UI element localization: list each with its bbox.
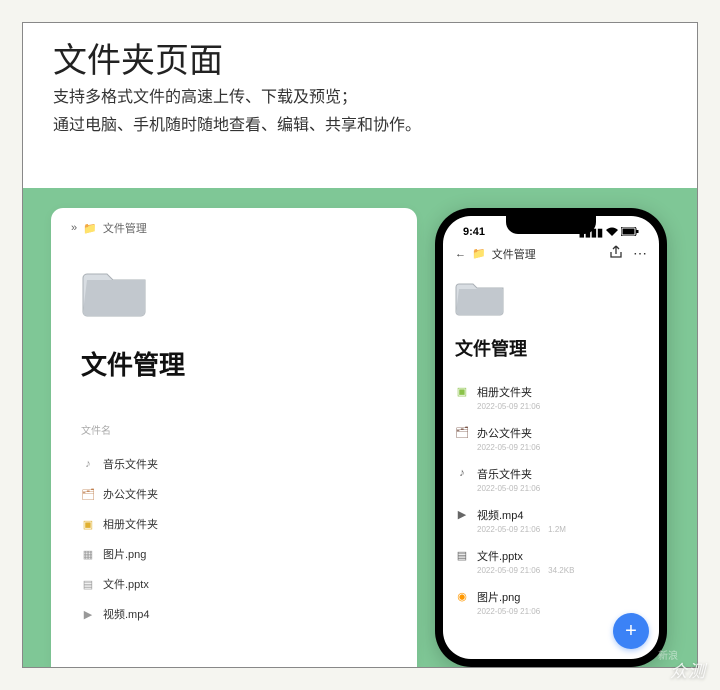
file-icon: ♪	[455, 466, 469, 480]
file-icon: 🗂	[81, 487, 95, 501]
file-date: 2022-05-09 21:06	[477, 484, 540, 493]
desktop-file-list: ♪ 音乐文件夹 🗂 办公文件夹 ▣ 相册文件夹 ▦ 图片.png ▤ 文件.pptx ▶ 视频.mp4	[81, 449, 397, 629]
file-name: 相册文件夹	[477, 384, 647, 400]
file-icon: ♪	[81, 457, 95, 471]
subtitle-line1: 支持多格式文件的高速上传、下载及预览；	[53, 86, 667, 110]
list-item[interactable]: ▣ 相册文件夹 2022-05-09 21:06	[455, 377, 647, 418]
list-item[interactable]: 🗂 办公文件夹	[81, 479, 397, 509]
file-name: 音乐文件夹	[103, 456, 158, 472]
file-icon: ▶	[81, 607, 95, 621]
file-icon: 🗂	[455, 425, 469, 439]
desktop-panel: » 📁 文件管理 文件管理 文件名 ♪ 音乐文件夹 🗂 办公文件夹 ▣ 相册文件夹 ▦ 图片.…	[51, 208, 417, 667]
file-size: 34.2KB	[548, 566, 574, 575]
subtitle-line2: 通过电脑、手机随时随地查看、编辑、共享和协作。	[53, 114, 667, 138]
file-date: 2022-05-09 21:06	[477, 566, 540, 575]
phone-file-list: ▣ 相册文件夹 2022-05-09 21:06 🗂 办公文件夹 2022-05…	[455, 377, 647, 623]
phone-frame: 9:41 ▮▮▮▮ ← 📁 文件管理	[435, 208, 667, 667]
file-name: 图片.png	[477, 589, 647, 605]
file-date: 2022-05-09 21:06	[477, 607, 540, 616]
list-item[interactable]: ♪ 音乐文件夹	[81, 449, 397, 479]
file-name: 相册文件夹	[103, 516, 158, 532]
battery-icon	[621, 227, 639, 239]
back-button[interactable]: ←	[455, 248, 466, 260]
file-icon: ▤	[455, 548, 469, 562]
file-icon: ▣	[81, 517, 95, 531]
breadcrumb-expand-icon[interactable]: »	[71, 222, 77, 234]
file-name: 办公文件夹	[477, 425, 647, 441]
file-name: 音乐文件夹	[477, 466, 647, 482]
share-icon[interactable]	[609, 245, 623, 262]
page-title: 文件夹页面	[53, 33, 667, 82]
phone-notch	[506, 216, 596, 234]
wifi-icon	[606, 227, 618, 239]
list-item[interactable]: ▤ 文件.pptx 2022-05-09 21:06 34.2KB	[455, 541, 647, 582]
demo-area: » 📁 文件管理 文件管理 文件名 ♪ 音乐文件夹 🗂 办公文件夹 ▣ 相册文件夹 ▦ 图片.…	[23, 188, 697, 667]
file-date: 2022-05-09 21:06	[477, 443, 540, 452]
breadcrumb[interactable]: » 📁 文件管理	[71, 220, 397, 236]
file-name: 图片.png	[103, 546, 146, 562]
breadcrumb-text: 文件管理	[103, 220, 147, 236]
folder-hero-icon	[81, 262, 151, 318]
file-icon: ▦	[81, 547, 95, 561]
list-item[interactable]: ▣ 相册文件夹	[81, 509, 397, 539]
file-name: 办公文件夹	[103, 486, 158, 502]
list-item[interactable]: ▤ 文件.pptx	[81, 569, 397, 599]
more-icon[interactable]: ⋯	[633, 245, 647, 262]
file-name: 文件.pptx	[477, 548, 647, 564]
list-item[interactable]: 🗂 办公文件夹 2022-05-09 21:06	[455, 418, 647, 459]
desktop-heading: 文件管理	[81, 345, 397, 382]
folder-icon: 📁	[83, 222, 97, 235]
list-item[interactable]: ▶ 视频.mp4	[81, 599, 397, 629]
file-size: 1.2M	[548, 525, 566, 534]
nav-title: 文件管理	[492, 246, 536, 262]
file-date: 2022-05-09 21:06	[477, 525, 540, 534]
list-item[interactable]: ▶ 视频.mp4 2022-05-09 21:06 1.2M	[455, 500, 647, 541]
file-icon: ▤	[81, 577, 95, 591]
file-name: 视频.mp4	[477, 507, 647, 523]
file-name: 文件.pptx	[103, 576, 149, 592]
add-button[interactable]: +	[613, 613, 649, 649]
list-item[interactable]: ♪ 音乐文件夹 2022-05-09 21:06	[455, 459, 647, 500]
watermark: 众测	[670, 657, 706, 682]
file-name: 视频.mp4	[103, 606, 149, 622]
phone-heading: 文件管理	[455, 335, 647, 361]
phone-screen: 9:41 ▮▮▮▮ ← 📁 文件管理	[443, 216, 659, 659]
status-time: 9:41	[463, 226, 485, 239]
folder-icon: 📁	[472, 247, 486, 260]
column-header-name: 文件名	[81, 422, 397, 437]
file-icon: ◉	[455, 589, 469, 603]
file-icon: ▶	[455, 507, 469, 521]
folder-hero-icon	[455, 276, 507, 318]
list-item[interactable]: ▦ 图片.png	[81, 539, 397, 569]
file-date: 2022-05-09 21:06	[477, 402, 540, 411]
phone-nav: ← 📁 文件管理 ⋯	[455, 245, 647, 262]
file-icon: ▣	[455, 384, 469, 398]
